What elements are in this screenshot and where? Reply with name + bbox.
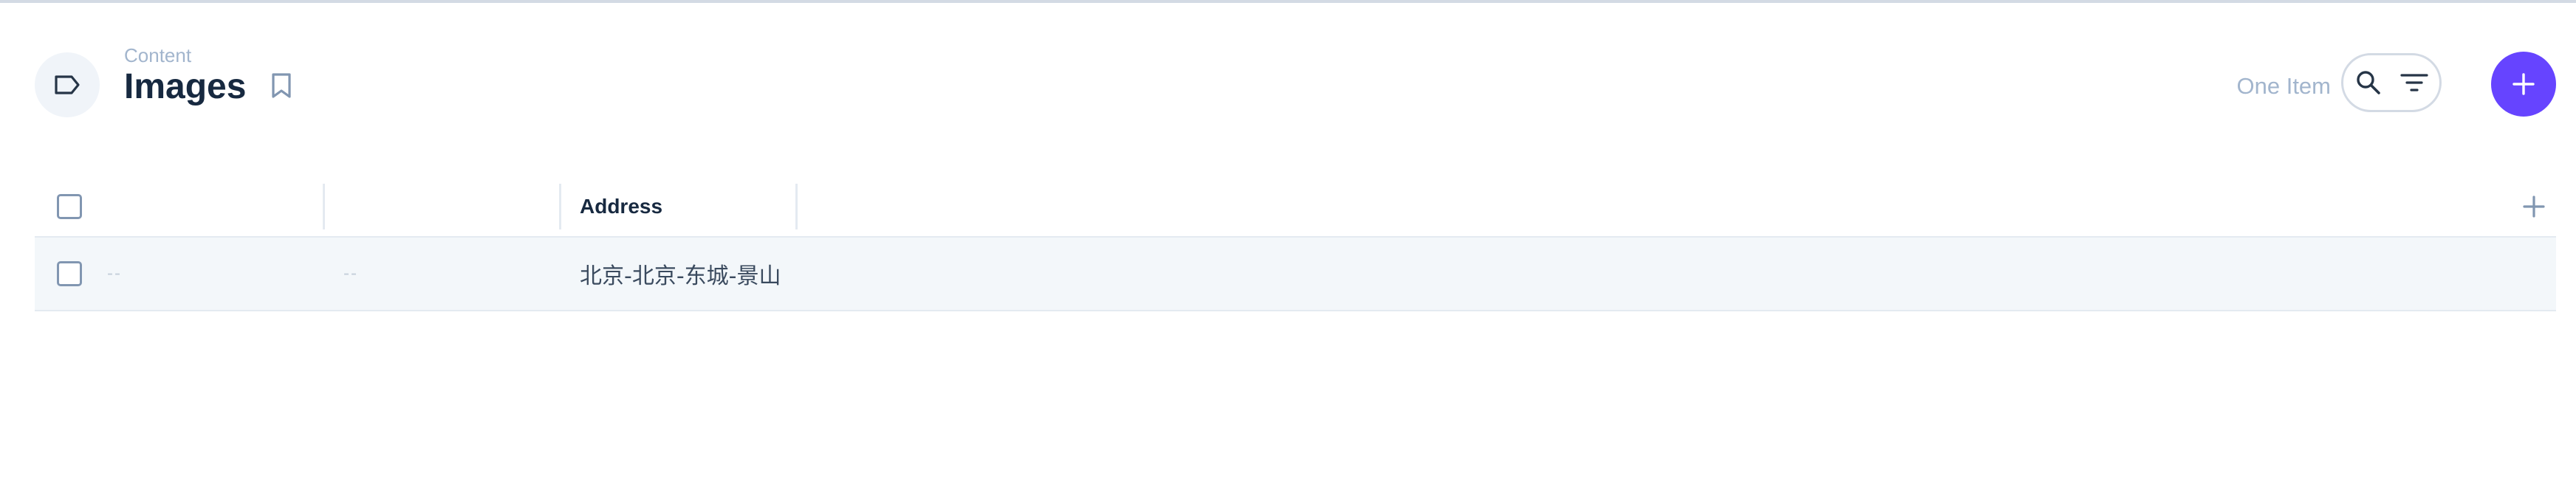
table-cell: -- (343, 238, 565, 310)
table-header: Address (35, 177, 2556, 238)
item-count: One Item (2236, 73, 2332, 99)
data-table: Address -- -- 北京-北京-东城-景山 (35, 177, 2556, 311)
row-select-cell (57, 238, 82, 310)
column-header-address[interactable]: Address (580, 177, 801, 236)
cell-value: -- (107, 263, 122, 283)
select-all-checkbox[interactable] (57, 194, 82, 219)
search-icon[interactable] (2353, 67, 2384, 98)
cell-value: 北京-北京-东城-景山 (580, 263, 781, 289)
breadcrumb[interactable]: Content (124, 44, 191, 66)
column-resize-handle[interactable] (323, 184, 325, 229)
table-row[interactable]: -- -- 北京-北京-东城-景山 (35, 238, 2556, 311)
select-all-cell (57, 177, 82, 236)
top-border (0, 0, 2576, 3)
cell-value: -- (343, 263, 358, 283)
add-column-button[interactable] (2512, 177, 2556, 236)
column-resize-handle[interactable] (559, 184, 561, 229)
column-header-2[interactable] (345, 177, 566, 236)
column-header-label: Address (580, 195, 663, 218)
column-header-1[interactable] (116, 177, 352, 236)
filter-icon[interactable] (2399, 67, 2430, 98)
search-filter-group (2341, 53, 2442, 112)
table-cell: -- (107, 238, 329, 310)
add-item-button[interactable] (2491, 52, 2556, 117)
bookmark-icon[interactable] (267, 71, 296, 100)
column-resize-handle[interactable] (795, 184, 798, 229)
table-cell-address: 北京-北京-东城-景山 (580, 238, 875, 310)
row-checkbox[interactable] (57, 261, 82, 286)
plus-icon (2523, 196, 2545, 218)
plus-icon (2512, 73, 2535, 95)
page-header: Content Images One Item (35, 44, 2556, 125)
page-title: Images (124, 67, 247, 106)
label-icon (35, 52, 100, 117)
